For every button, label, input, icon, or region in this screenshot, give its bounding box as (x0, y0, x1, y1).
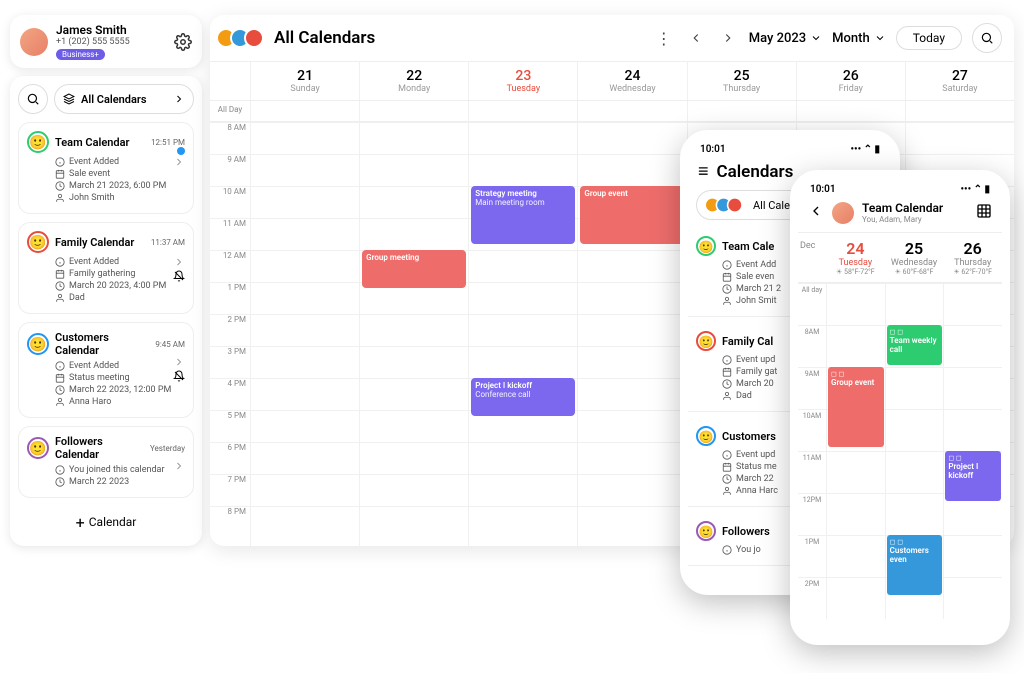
phone-event[interactable]: ◻ ◻Group event (828, 367, 884, 447)
phone-day-header[interactable]: 26Thursday☀ 62°F-70°F (943, 233, 1002, 282)
member-avatars[interactable] (222, 28, 264, 48)
day-column[interactable]: Group event (577, 122, 686, 546)
more-icon[interactable]: ⋮ (653, 27, 675, 49)
calendar-avatar (832, 202, 854, 224)
day-header[interactable]: 26Friday (796, 62, 905, 100)
prev-button[interactable] (685, 27, 707, 49)
back-icon[interactable] (808, 203, 824, 223)
status-bar: 10:01••• ⌃ ▮ (688, 138, 892, 161)
month-label: Dec (798, 233, 826, 282)
phone-members: You, Adam, Mary (862, 215, 968, 224)
phone-event[interactable]: ◻ ◻Team weekly call (887, 325, 943, 365)
calendar-item[interactable]: 🙂Customers Calendar9:45 AM Event AddedSt… (18, 322, 194, 418)
day-header[interactable]: 23Tuesday (468, 62, 577, 100)
day-header[interactable]: 22Monday (359, 62, 468, 100)
user-phone: +1 (202) 555 5555 (56, 37, 166, 47)
gear-icon[interactable] (174, 33, 192, 51)
day-header[interactable]: 21Sunday (250, 62, 359, 100)
day-header[interactable]: 27Saturday (905, 62, 1014, 100)
calendar-item[interactable]: 🙂Family Calendar11:37 AM Event AddedFami… (18, 222, 194, 314)
month-selector[interactable]: May 2023 (749, 31, 822, 46)
calendar-item[interactable]: 🙂Followers CalendarYesterday You joined … (18, 426, 194, 498)
day-header[interactable]: 24Wednesday (577, 62, 686, 100)
calendar-event[interactable]: Group meeting (362, 250, 466, 288)
calendar-item[interactable]: 🙂Team Calendar12:51 PM Event AddedSale e… (18, 122, 194, 214)
calendar-title: All Calendars (274, 28, 375, 48)
sidebar: James Smith +1 (202) 555 5555 Business+ … (10, 15, 202, 546)
view-selector[interactable]: Month (832, 31, 886, 46)
add-calendar-button[interactable]: +Calendar (18, 506, 194, 538)
phone-day-header[interactable]: 24Tuesday☀ 58°F-72°F (826, 233, 885, 282)
menu-icon[interactable]: ≡ (698, 161, 709, 182)
user-avatar (20, 28, 48, 56)
calendar-event[interactable]: Group event (580, 186, 684, 244)
user-name: James Smith (56, 23, 166, 37)
phone-event[interactable]: ◻ ◻Project I kickoff (945, 451, 1001, 501)
phone-day-column[interactable]: ◻ ◻Group event (826, 283, 885, 619)
plan-badge: Business+ (56, 49, 105, 60)
phone-title: Calendars (717, 162, 794, 182)
phone-day-column[interactable]: ◻ ◻Project I kickoff (943, 283, 1002, 619)
calendar-filter-dropdown[interactable]: All Calendars (54, 84, 194, 114)
user-card[interactable]: James Smith +1 (202) 555 5555 Business+ (10, 15, 202, 68)
phone-cal-title: Team Calendar (862, 201, 968, 215)
phone-calendar-detail: 10:01••• ⌃ ▮ Team Calendar You, Adam, Ma… (790, 170, 1010, 645)
phone-event[interactable]: ◻ ◻Customers even (887, 535, 943, 595)
grid-icon[interactable] (976, 203, 992, 223)
phone-day-column[interactable]: ◻ ◻Team weekly call ◻ ◻Customers even (885, 283, 944, 619)
calendar-toolbar: All Calendars ⋮ May 2023 Month Today (210, 15, 1014, 62)
today-button[interactable]: Today (896, 26, 962, 50)
calendar-event[interactable]: Project I kickoffConference call (471, 378, 575, 416)
days-header: 21Sunday22Monday23Tuesday24Wednesday25Th… (210, 62, 1014, 101)
day-column[interactable]: Group meeting (359, 122, 468, 546)
day-column[interactable]: Strategy meetingMain meeting room Project… (468, 122, 577, 546)
status-bar: 10:01••• ⌃ ▮ (798, 178, 1002, 201)
day-header[interactable]: 25Thursday (687, 62, 796, 100)
next-button[interactable] (717, 27, 739, 49)
sidebar-calendars: All Calendars 🙂Team Calendar12:51 PM Eve… (10, 76, 202, 546)
search-button[interactable] (18, 84, 48, 114)
calendar-event[interactable]: Strategy meetingMain meeting room (471, 186, 575, 244)
search-calendar-button[interactable] (972, 23, 1002, 53)
day-column[interactable] (250, 122, 359, 546)
allday-label: All Day (210, 101, 250, 121)
phone-day-header[interactable]: 25Wednesday☀ 60°F-68°F (885, 233, 944, 282)
